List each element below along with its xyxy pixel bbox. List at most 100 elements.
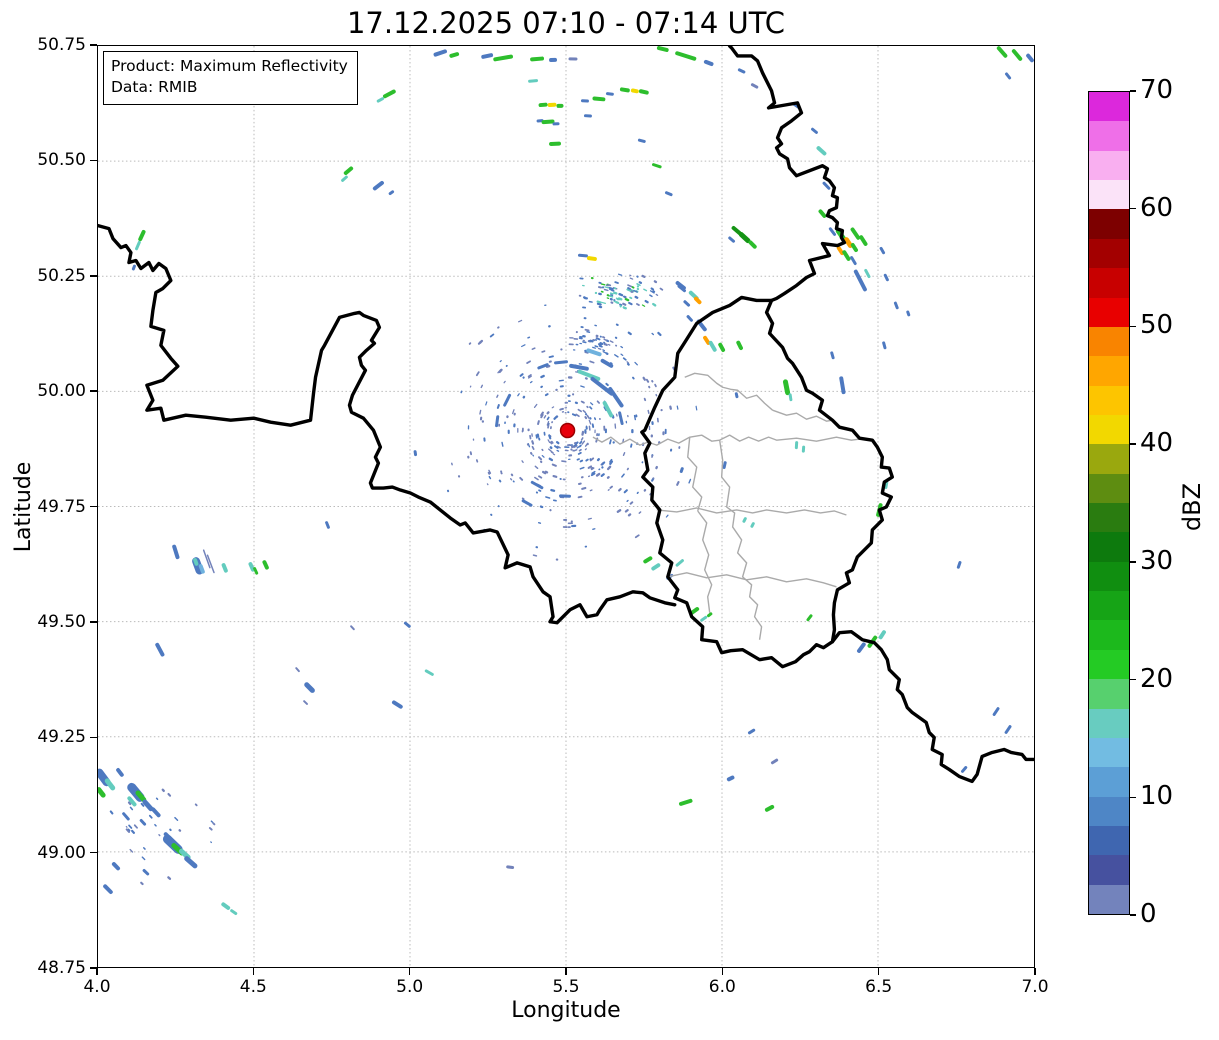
echo-streak xyxy=(859,235,868,246)
echo-streak xyxy=(619,87,630,93)
echo-streak xyxy=(325,521,330,529)
colorbar-segment xyxy=(1089,649,1129,680)
colorbar-segment xyxy=(1089,92,1129,122)
echo-streak xyxy=(372,180,384,191)
colorbar-tick-mark xyxy=(1130,90,1136,92)
echo-streak xyxy=(651,163,662,169)
echo-streak xyxy=(956,561,962,569)
colorbar-tick-mark xyxy=(1130,796,1136,799)
echo-streak xyxy=(139,818,147,826)
colorbar-tick-label: 70 xyxy=(1140,75,1174,105)
echo-streak xyxy=(630,88,639,94)
echo-streak xyxy=(1026,53,1034,63)
echo-streak xyxy=(878,630,886,640)
echo-streak xyxy=(748,240,757,249)
echo-streak xyxy=(782,379,791,396)
echo-streak xyxy=(830,351,835,360)
echo-streak xyxy=(675,51,697,61)
colorbar-segment xyxy=(1089,414,1129,445)
echo-streak xyxy=(708,340,717,352)
echo-streak xyxy=(592,96,606,102)
echo-streak xyxy=(554,360,568,365)
echo-streak xyxy=(811,127,818,134)
echo-streak xyxy=(590,376,614,396)
echo-streak xyxy=(481,53,494,59)
colorbar-segment xyxy=(1089,796,1129,826)
echo-streak xyxy=(747,728,756,735)
echo-streak xyxy=(538,102,548,108)
colorbar-segment xyxy=(1089,473,1129,504)
echo-streak xyxy=(675,559,684,567)
legend-data-line: Data: RMIB xyxy=(111,78,198,97)
echo-streak xyxy=(388,190,395,196)
echo-streak xyxy=(549,141,562,146)
colorbar-label: dBZ xyxy=(1178,482,1206,532)
y-tick-label: 49.50 xyxy=(37,611,86,632)
echo-streak xyxy=(818,209,827,218)
echo-streak xyxy=(794,441,799,450)
echo-streak xyxy=(577,253,588,258)
echo-streak xyxy=(295,667,300,673)
echo-streak xyxy=(424,669,434,676)
echo-streak xyxy=(736,340,743,351)
echo-streak xyxy=(586,256,597,261)
national-border xyxy=(830,630,1034,784)
echo-streak xyxy=(638,89,649,95)
echo-streak xyxy=(103,884,113,894)
colorbar-segment xyxy=(1089,679,1129,709)
echo-streak xyxy=(131,264,136,271)
echo-streak xyxy=(138,229,146,242)
x-tick-mark xyxy=(1034,968,1036,975)
colorbar-tick-label: 10 xyxy=(1140,781,1174,812)
echo-streak xyxy=(547,102,557,107)
national-border xyxy=(98,223,677,625)
x-tick-label: 4.5 xyxy=(239,977,267,997)
colorbar-tick-mark xyxy=(1130,325,1136,328)
y-tick-label: 50.50 xyxy=(37,150,86,171)
echo-streak xyxy=(856,642,866,653)
colorbar-tick-mark xyxy=(1130,678,1136,681)
echo-streak xyxy=(580,99,589,103)
regional-border xyxy=(592,434,867,446)
echo-streak xyxy=(568,57,578,61)
x-tick-label: 5.5 xyxy=(552,977,580,997)
echo-streak xyxy=(376,97,385,103)
colorbar-tick-label: 60 xyxy=(1140,192,1174,223)
echo-streak xyxy=(1011,49,1023,61)
y-tick-mark xyxy=(90,44,97,46)
product-legend: Product: Maximum Reflectivity Data: RMIB xyxy=(103,51,358,105)
echo-streak xyxy=(683,300,691,307)
x-tick-label: 6.0 xyxy=(708,977,736,997)
regional-border xyxy=(687,437,703,512)
echo-streak xyxy=(728,236,736,243)
echo-streak xyxy=(893,301,899,310)
y-tick-label: 49.00 xyxy=(37,842,86,863)
x-tick-label: 5.0 xyxy=(396,977,424,997)
colorbar-segment xyxy=(1089,532,1129,562)
echo-streak xyxy=(493,54,513,62)
colorbar-segment xyxy=(1089,385,1129,415)
colorbar-tick-label: 30 xyxy=(1140,545,1174,576)
echo-streak xyxy=(750,522,755,528)
echo-streak xyxy=(155,642,165,657)
y-tick-mark xyxy=(90,851,97,854)
echo-streak xyxy=(142,868,150,876)
echo-streak xyxy=(116,768,124,777)
echo-streak xyxy=(842,250,851,261)
colorbar-segment xyxy=(1089,591,1129,621)
y-tick-label: 50.25 xyxy=(37,265,86,286)
echo-streak xyxy=(816,146,827,156)
regional-border xyxy=(718,440,763,640)
echo-streak xyxy=(1004,725,1012,734)
colorbar-segment xyxy=(1089,737,1129,768)
echo-streak xyxy=(530,56,545,62)
echo-streak xyxy=(350,625,355,631)
echo-streak xyxy=(602,401,614,418)
y-tick-mark xyxy=(90,275,97,277)
echo-streak xyxy=(700,615,708,622)
colorbar-segment xyxy=(1089,268,1129,298)
radar-map-canvas xyxy=(98,46,1034,967)
echo-streak xyxy=(679,467,684,473)
y-tick-label: 50.00 xyxy=(37,381,86,402)
x-tick-mark xyxy=(565,968,567,975)
